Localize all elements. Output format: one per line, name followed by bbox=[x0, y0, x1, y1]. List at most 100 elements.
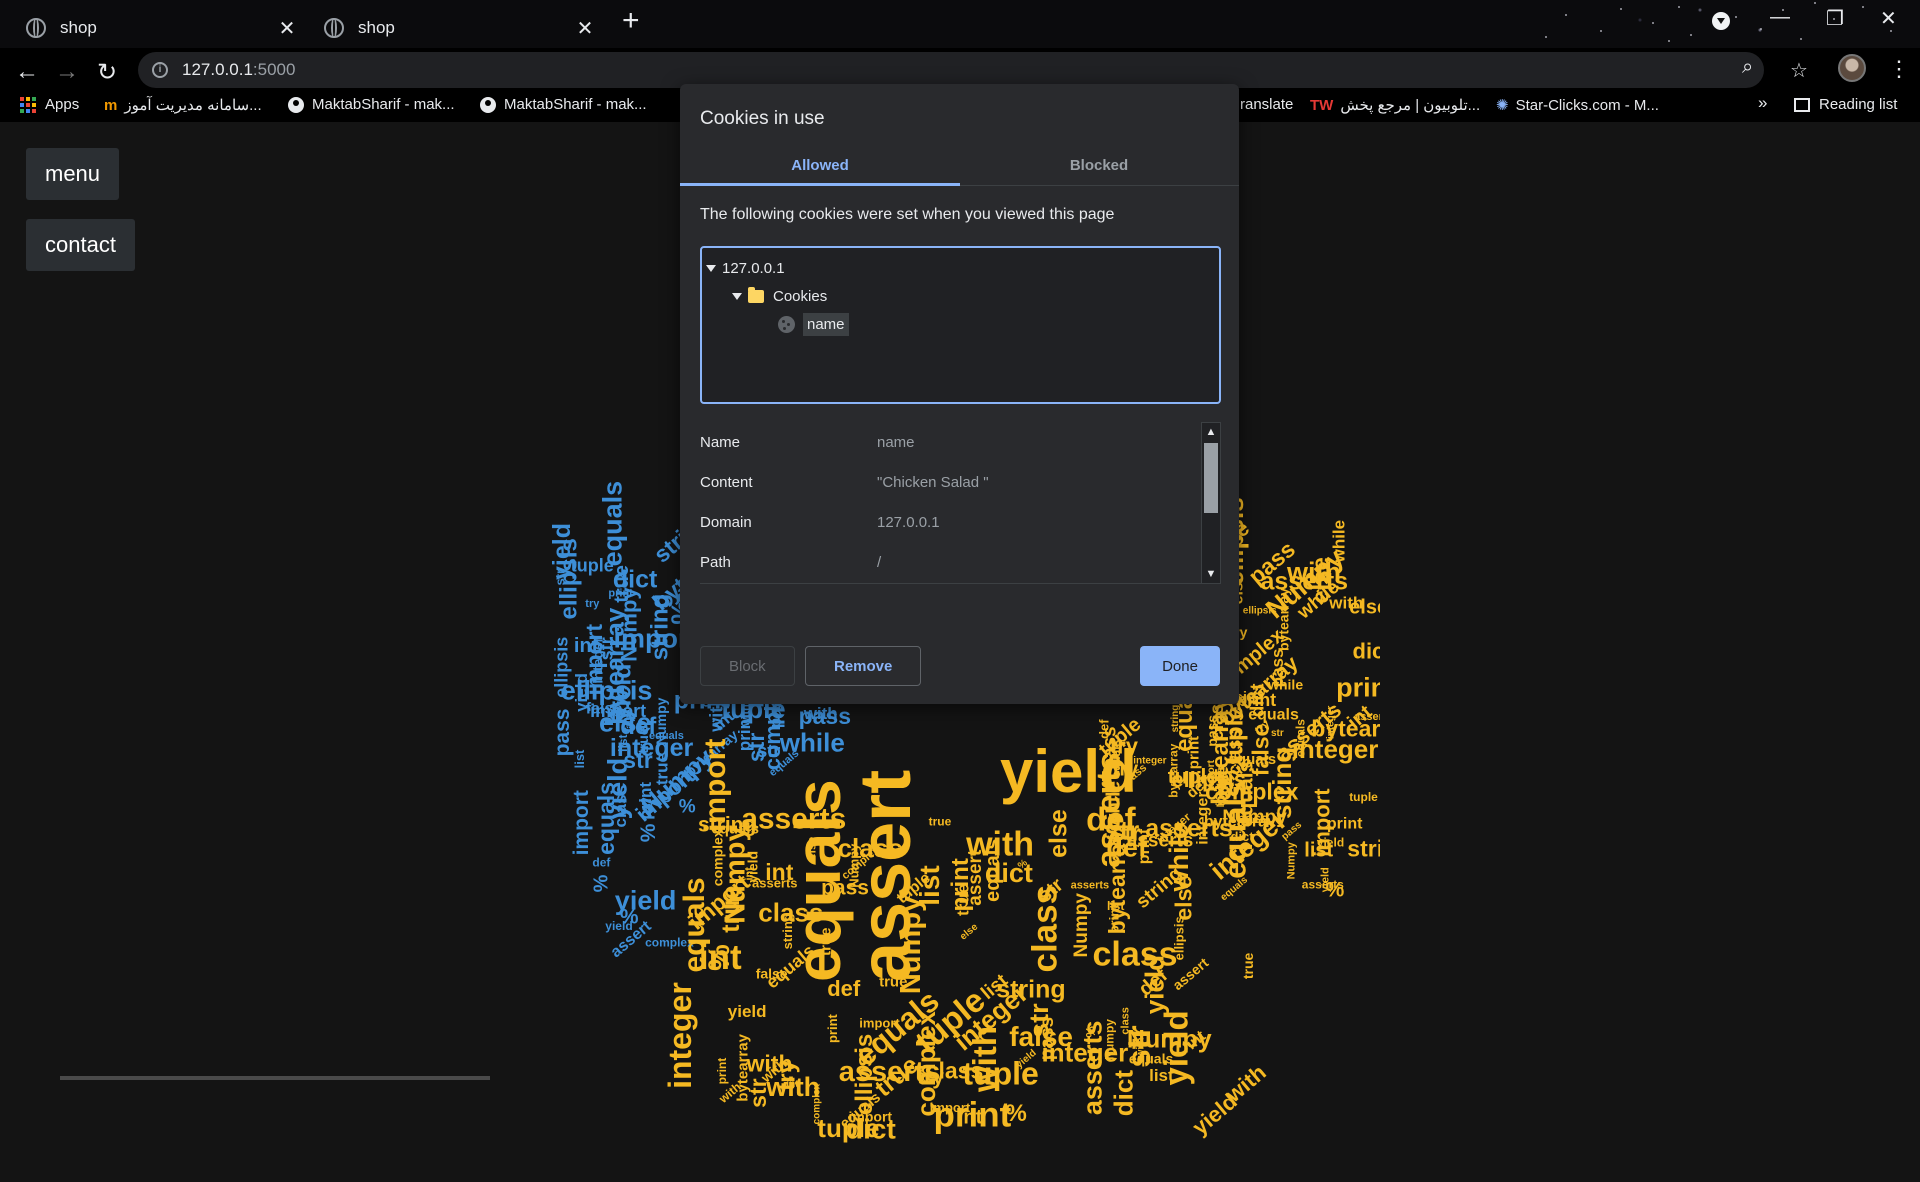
site-info-icon[interactable]: i bbox=[152, 62, 168, 78]
detail-row-name: Name name bbox=[700, 433, 915, 451]
word-cloud-word: Numpy bbox=[1285, 841, 1297, 879]
reading-list-button[interactable]: Reading list bbox=[1794, 96, 1897, 113]
block-button[interactable]: Block bbox=[700, 646, 795, 686]
word-cloud-word: dict bbox=[1353, 639, 1381, 664]
word-cloud-word: Numpy bbox=[1071, 893, 1092, 958]
word-cloud-word: import bbox=[590, 701, 646, 721]
new-tab-button[interactable]: + bbox=[622, 4, 640, 38]
word-cloud-word: dict bbox=[1231, 829, 1255, 844]
word-cloud-word: print bbox=[715, 1058, 729, 1085]
detail-row-domain: Domain 127.0.0.1 bbox=[700, 513, 940, 531]
close-tab-icon[interactable]: ✕ bbox=[276, 16, 298, 41]
word-cloud-word: while bbox=[1330, 520, 1349, 564]
reload-icon[interactable]: ↻ bbox=[92, 58, 122, 87]
scroll-up-icon[interactable]: ▲ bbox=[1202, 423, 1220, 441]
word-cloud-word: yield bbox=[572, 673, 591, 712]
word-cloud-word: asserts bbox=[1071, 880, 1110, 892]
expand-caret-icon[interactable] bbox=[706, 264, 716, 272]
cookie-tree[interactable]: 127.0.0.1 Cookies name bbox=[700, 246, 1221, 404]
word-cloud-word: integer bbox=[589, 636, 605, 683]
forward-arrow-icon[interactable]: → bbox=[52, 58, 82, 86]
horizontal-scrollbar[interactable] bbox=[60, 1076, 490, 1080]
word-cloud-word: integer bbox=[662, 982, 698, 1089]
restore-icon[interactable]: ❐ bbox=[1826, 6, 1844, 31]
url-port: :5000 bbox=[252, 60, 296, 79]
dialog-description: The following cookies were set when you … bbox=[700, 206, 1115, 223]
zoom-icon[interactable]: ⌕ bbox=[1742, 56, 1753, 79]
word-cloud-word: equals bbox=[1248, 707, 1299, 724]
starclicks-favicon-icon: ✺ bbox=[1496, 97, 1509, 114]
tab-title: shop bbox=[60, 18, 97, 37]
word-cloud-word: true bbox=[652, 753, 671, 785]
browser-tab-2[interactable]: shop ✕ bbox=[312, 8, 608, 48]
profile-avatar[interactable] bbox=[1838, 54, 1866, 82]
word-cloud-word: list bbox=[572, 749, 587, 768]
word-cloud-word: dict bbox=[613, 565, 658, 593]
telewebion-favicon-icon: TW bbox=[1310, 96, 1334, 114]
bookmark-telewebion[interactable]: TW تلوبیون | مرجع پخش... bbox=[1310, 96, 1480, 115]
tree-node-cookie[interactable]: name bbox=[706, 310, 1215, 338]
details-scrollbar[interactable]: ▲ ▼ bbox=[1201, 422, 1221, 584]
word-cloud-word: yield bbox=[605, 919, 632, 933]
window-close-icon[interactable]: ✕ bbox=[1880, 6, 1897, 31]
tab-allowed[interactable]: Allowed bbox=[680, 146, 960, 186]
word-cloud-word: import bbox=[570, 790, 593, 855]
person-icon bbox=[480, 96, 496, 113]
bookmark-starclicks[interactable]: ✺ Star-Clicks.com - M... bbox=[1496, 96, 1659, 115]
browser-tab-1[interactable]: shop ✕ bbox=[14, 8, 310, 48]
word-cloud-word: import bbox=[849, 1108, 893, 1124]
word-cloud-word: equals bbox=[598, 481, 628, 567]
word-cloud-word: yield bbox=[548, 523, 576, 580]
word-cloud-word: str bbox=[1105, 815, 1140, 845]
url-host: 127.0.0.1 bbox=[182, 60, 253, 79]
bookmark-apps[interactable]: Apps bbox=[20, 96, 79, 113]
close-tab-icon[interactable]: ✕ bbox=[574, 16, 596, 41]
back-arrow-icon[interactable]: ← bbox=[12, 58, 42, 86]
word-cloud-word: % bbox=[1326, 879, 1345, 902]
bookmark-sampa[interactable]: m سامانه مدیریت آموز... bbox=[104, 96, 262, 115]
remove-button[interactable]: Remove bbox=[805, 646, 922, 686]
word-cloud-word: equals bbox=[649, 730, 684, 742]
word-cloud-word: string bbox=[1170, 705, 1181, 733]
globe-icon bbox=[26, 18, 46, 38]
apps-grid-icon bbox=[20, 96, 36, 113]
word-cloud-word: ellipsis bbox=[1243, 605, 1277, 616]
word-cloud-word: yield bbox=[728, 1002, 767, 1021]
word-cloud-word: equals bbox=[782, 779, 854, 982]
tree-node-cookies-folder[interactable]: Cookies bbox=[706, 282, 1215, 310]
word-cloud-word: ellipsis bbox=[552, 637, 572, 698]
bookmark-star-icon[interactable]: ☆ bbox=[1790, 58, 1808, 83]
word-cloud-word: complex bbox=[710, 829, 726, 886]
cookies-dialog: Cookies in use Allowed Blocked The follo… bbox=[680, 84, 1239, 704]
contact-button[interactable]: contact bbox=[26, 219, 135, 271]
word-cloud-word: string bbox=[1347, 835, 1380, 861]
sampa-favicon-icon: m bbox=[104, 96, 118, 114]
bookmark-maktab-2[interactable]: MaktabSharif - mak... bbox=[480, 96, 647, 113]
minimize-icon[interactable]: — bbox=[1770, 6, 1790, 29]
cookie-icon bbox=[778, 315, 795, 333]
tab-blocked[interactable]: Blocked bbox=[959, 146, 1239, 186]
word-cloud-word: def bbox=[592, 855, 611, 869]
scroll-thumb[interactable] bbox=[1204, 443, 1218, 513]
word-cloud-word: with bbox=[1328, 594, 1363, 613]
tree-node-host[interactable]: 127.0.0.1 bbox=[706, 254, 1215, 282]
expand-caret-icon[interactable] bbox=[732, 292, 742, 300]
done-button[interactable]: Done bbox=[1140, 646, 1220, 686]
chrome-menu-icon[interactable]: ⋮ bbox=[1888, 56, 1910, 82]
word-cloud-word: list bbox=[1304, 839, 1333, 861]
bookmarks-overflow-chevron-icon[interactable]: » bbox=[1758, 93, 1767, 113]
bookmark-maktab-1[interactable]: MaktabSharif - mak... bbox=[288, 96, 455, 113]
download-indicator-icon[interactable] bbox=[1712, 12, 1730, 30]
scroll-down-icon[interactable]: ▼ bbox=[1202, 565, 1220, 583]
word-cloud-word: true bbox=[1240, 952, 1256, 979]
word-cloud-word: dict bbox=[1109, 1070, 1139, 1117]
word-cloud-word: with bbox=[746, 1050, 793, 1076]
word-cloud-word: integer bbox=[1042, 1037, 1129, 1067]
detail-row-path: Path / bbox=[700, 553, 882, 571]
word-cloud-word: else bbox=[1171, 876, 1197, 921]
address-bar[interactable]: i 127.0.0.1:5000 ⌕ bbox=[138, 52, 1764, 88]
word-cloud-word: pass bbox=[551, 709, 574, 757]
menu-button[interactable]: menu bbox=[26, 148, 120, 200]
bookmark-translate[interactable]: ranslate bbox=[1240, 96, 1293, 113]
word-cloud-word: with bbox=[1136, 1037, 1147, 1058]
